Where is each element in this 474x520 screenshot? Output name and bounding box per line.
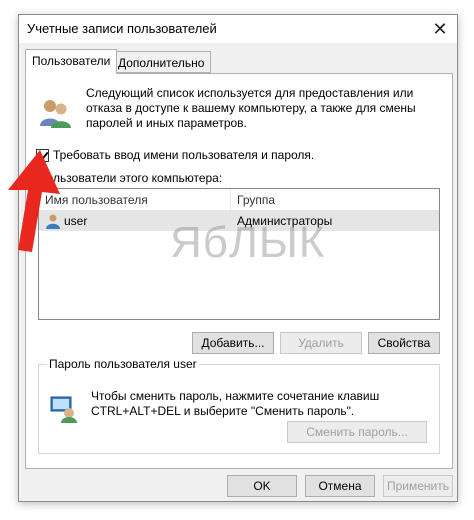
user-name-cell: user [39,213,231,229]
titlebar: Учетные записи пользователей ✕ [19,15,457,43]
change-password-button[interactable]: Сменить пароль... [287,421,427,443]
cancel-button[interactable]: Отмена [305,475,375,497]
require-login-label[interactable]: Требовать ввод имени пользователя и паро… [53,148,314,162]
tab-advanced[interactable]: Дополнительно [111,51,212,73]
close-icon[interactable]: ✕ [423,15,457,43]
table-row[interactable]: user Администраторы [39,211,439,231]
window-title: Учетные записи пользователей [27,21,217,36]
tab-users[interactable]: Пользователи [25,49,118,74]
users-section-label: Пользователи этого компьютера: [38,171,223,185]
require-login-checkbox[interactable] [36,148,49,162]
column-header-group[interactable]: Группа [231,189,439,210]
password-instructions: Чтобы сменить пароль, нажмите сочетание … [91,389,380,418]
require-login-row: Требовать ввод имени пользователя и паро… [36,148,314,162]
users-icon [40,100,71,128]
user-icon [46,214,60,229]
password-groupbox: Пароль пользователя user Чтобы сменить п… [38,357,440,454]
intro-text: Следующий список используется для предос… [86,86,416,130]
users-listview[interactable]: Имя пользователя Группа user Администрат… [38,188,440,320]
listview-header: Имя пользователя Группа [39,189,439,211]
password-group-title: Пароль пользователя user [47,357,199,371]
user-name: user [64,214,88,228]
user-accounts-dialog: Учетные записи пользователей ✕ Пользоват… [18,14,458,502]
remove-user-button[interactable]: Удалить [280,332,362,354]
column-header-username[interactable]: Имя пользователя [39,189,231,210]
apply-button[interactable]: Применить [383,475,453,497]
ok-button[interactable]: OK [227,475,297,497]
password-key-icon [50,396,77,423]
users-tab-panel: Следующий список используется для предос… [25,73,453,469]
properties-button[interactable]: Свойства [368,332,440,354]
add-user-button[interactable]: Добавить... [192,332,274,354]
user-group-cell: Администраторы [237,214,333,228]
